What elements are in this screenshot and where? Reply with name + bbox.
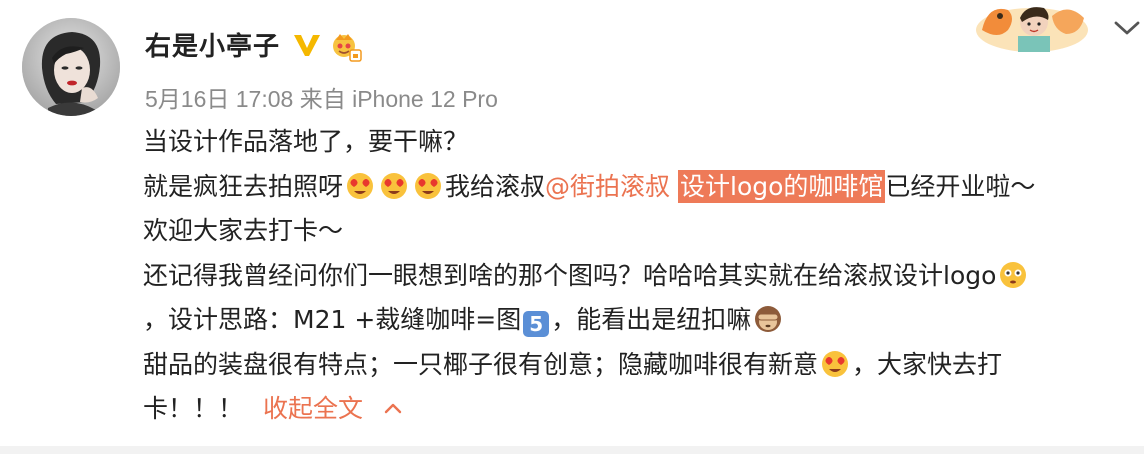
heart-eyes-emoji	[347, 172, 374, 199]
content-line: 欢迎大家去打卡～	[143, 209, 1133, 254]
text: 当设计作品落地了，要干嘛？	[143, 127, 469, 156]
post-content: 当设计作品落地了，要干嘛？ 就是疯狂去拍照呀 我给滚叔@街拍滚叔 设计logo的咖…	[143, 120, 1133, 432]
v-verified-badge	[294, 35, 320, 56]
post-meta: 5月16日 17:08 来自 iPhone 12 Pro	[145, 86, 498, 112]
chevron-down-icon[interactable]	[1112, 18, 1142, 38]
mention-link[interactable]: @街拍滚叔	[545, 172, 670, 201]
heart-eyes-emoji	[381, 172, 408, 199]
decorative-sticker	[976, 7, 1088, 52]
username[interactable]: 右是小亭子	[145, 26, 280, 63]
text: ，能看出是纽扣嘛	[551, 305, 752, 334]
text: 甜品的装盘很有特点；一只椰子很有创意；隐藏咖啡很有新意	[143, 349, 819, 379]
chevron-up-icon[interactable]	[383, 401, 403, 415]
content-line: 甜品的装盘很有特点；一只椰子很有创意；隐藏咖啡很有新意 ，大家快去打	[143, 343, 1133, 388]
text: 已经开业啦～	[885, 171, 1036, 201]
flushed-face-emoji	[1000, 261, 1027, 288]
heart-eyes-emoji	[822, 350, 849, 377]
text: 就是疯狂去拍照呀	[143, 171, 344, 201]
crown-vip-icon[interactable]	[330, 30, 362, 62]
heart-eyes-emoji	[415, 172, 442, 199]
content-line: 就是疯狂去拍照呀 我给滚叔@街拍滚叔 设计logo的咖啡馆已经开业啦～	[143, 165, 1133, 210]
collapse-full-text-link[interactable]: 收起全文	[263, 394, 363, 423]
content-line: ，设计思路：M21 +裁缝咖啡=图 5 ，能看出是纽扣嘛	[143, 298, 1133, 343]
text: ，设计思路：M21 +裁缝咖啡=图	[143, 305, 522, 334]
text: 还记得我曾经问你们一眼想到啥的那个图吗？哈哈哈其实就在给滚叔设计logo	[143, 260, 997, 290]
keycap-five: 5	[523, 311, 550, 337]
see-no-evil-monkey-emoji	[755, 306, 782, 332]
divider	[0, 446, 1144, 454]
avatar[interactable]	[22, 18, 120, 116]
text: 欢迎大家去打卡～	[143, 216, 344, 245]
text: 卡！！！	[143, 394, 244, 423]
content-line: 卡！！！ 收起全文	[143, 387, 1133, 432]
content-line: 当设计作品落地了，要干嘛？	[143, 120, 1133, 165]
highlighted-text: 设计logo的咖啡馆	[678, 169, 886, 203]
content-line: 还记得我曾经问你们一眼想到啥的那个图吗？哈哈哈其实就在给滚叔设计logo	[143, 254, 1133, 299]
text: ，大家快去打	[852, 349, 1003, 379]
text: 我给滚叔	[445, 171, 546, 201]
